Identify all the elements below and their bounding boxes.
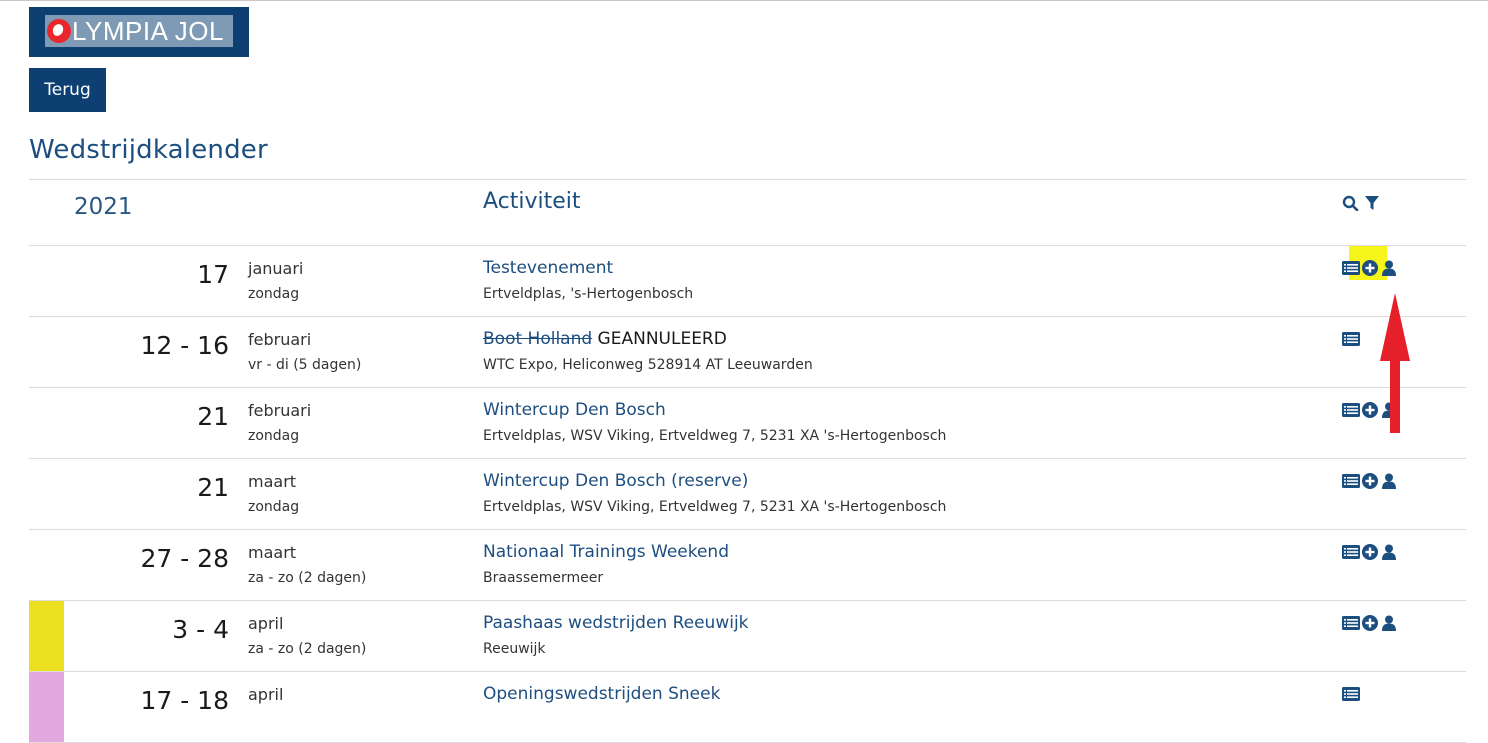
table-row: 12 - 16 februari vr - di (5 dagen) Boot Hol…: [29, 317, 1466, 388]
details-icon[interactable]: [1342, 544, 1360, 560]
event-month: februari: [248, 401, 312, 420]
event-weekday: zondag: [248, 286, 300, 302]
event-weekday: zondag: [248, 499, 300, 515]
row-actions: [1342, 473, 1400, 489]
add-plus-icon[interactable]: [1362, 473, 1380, 489]
details-icon[interactable]: [1342, 402, 1360, 418]
event-title-link[interactable]: Openingswedstrijden Sneek: [483, 684, 720, 704]
details-icon[interactable]: [1342, 260, 1360, 276]
table-body: 17 januari zondag Testevenement Ertveldplas,…: [29, 246, 1466, 743]
details-icon[interactable]: [1342, 686, 1360, 702]
user-icon[interactable]: [1382, 544, 1400, 560]
table-row: 17 - 18 april Openingswedstrijden Sneek: [29, 672, 1466, 743]
event-location: Braassemermeer: [483, 570, 604, 586]
event-month: april: [248, 685, 284, 704]
category-color-bar: [29, 672, 64, 742]
event-title[interactable]: Nationaal Trainings Weekend: [483, 542, 729, 562]
table-row: 17 januari zondag Testevenement Ertveldplas,…: [29, 246, 1466, 317]
site-logo[interactable]: LYMPIA JOL: [29, 7, 249, 57]
back-button[interactable]: Terug: [29, 68, 106, 112]
logo-mark-icon: [47, 19, 71, 43]
add-plus-icon[interactable]: [1362, 615, 1380, 631]
row-actions: [1342, 686, 1360, 702]
event-title[interactable]: Paashaas wedstrijden Reeuwijk: [483, 613, 749, 633]
event-day: 3 - 4: [172, 615, 229, 644]
cancelled-label: GEANNULEERD: [592, 329, 727, 349]
event-month: maart: [248, 472, 297, 491]
logo-inner: LYMPIA JOL: [45, 15, 233, 47]
event-location: Ertveldplas, WSV Viking, Ertveldweg 7, 5…: [483, 428, 947, 444]
event-location: Ertveldplas, 's-Hertogenbosch: [483, 286, 694, 302]
event-title-link[interactable]: Wintercup Den Bosch: [483, 400, 666, 420]
calendar-table: 2021 Activiteit 17 januari zondag Testevene…: [29, 179, 1466, 743]
event-title[interactable]: Testevenement: [483, 258, 613, 278]
row-actions: [1342, 544, 1400, 560]
details-icon[interactable]: [1342, 331, 1360, 347]
add-plus-icon[interactable]: [1362, 544, 1380, 560]
event-title[interactable]: Wintercup Den Bosch: [483, 400, 666, 420]
event-title-link[interactable]: Nationaal Trainings Weekend: [483, 542, 729, 562]
event-month: maart: [248, 543, 297, 562]
details-icon[interactable]: [1342, 615, 1360, 631]
page-title: Wedstrijdkalender: [29, 135, 268, 165]
event-day: 17: [197, 260, 229, 289]
table-row: 21 maart zondag Wintercup Den Bosch (reserv…: [29, 459, 1466, 530]
add-plus-icon[interactable]: [1362, 402, 1380, 418]
table-row: 3 - 4 april za - zo (2 dagen) Paashaas weds…: [29, 601, 1466, 672]
event-day: 21: [197, 402, 229, 431]
event-day: 27 - 28: [140, 544, 229, 573]
user-icon[interactable]: [1382, 615, 1400, 631]
row-actions: [1342, 615, 1400, 631]
event-title-cancelled[interactable]: Boot Holland: [483, 329, 592, 349]
event-weekday: zondag: [248, 428, 300, 444]
event-day: 12 - 16: [140, 331, 229, 360]
details-icon[interactable]: [1342, 473, 1360, 489]
header-icons: [1342, 195, 1381, 211]
filter-icon[interactable]: [1363, 195, 1381, 211]
year-label: 2021: [74, 194, 133, 220]
logo-text: LYMPIA JOL: [72, 16, 224, 46]
event-weekday: vr - di (5 dagen): [248, 357, 362, 373]
event-location: Ertveldplas, WSV Viking, Ertveldweg 7, 5…: [483, 499, 947, 515]
event-location: Reeuwijk: [483, 641, 546, 657]
user-icon[interactable]: [1382, 260, 1400, 276]
row-actions: [1342, 260, 1400, 276]
user-icon[interactable]: [1382, 473, 1400, 489]
activity-header: Activiteit: [483, 189, 581, 214]
add-plus-icon[interactable]: [1362, 260, 1380, 276]
event-title-link[interactable]: Paashaas wedstrijden Reeuwijk: [483, 613, 749, 633]
event-weekday: za - zo (2 dagen): [248, 641, 367, 657]
event-title-link[interactable]: Boot Holland GEANNULEERD: [483, 329, 727, 349]
event-day: 17 - 18: [140, 686, 229, 715]
event-title-link[interactable]: Wintercup Den Bosch (reserve): [483, 471, 748, 491]
event-title-link[interactable]: Testevenement: [483, 258, 613, 278]
event-month: januari: [248, 259, 304, 278]
event-weekday: za - zo (2 dagen): [248, 570, 367, 586]
table-row: 21 februari zondag Wintercup Den Bosch Ertve…: [29, 388, 1466, 459]
table-row: 27 - 28 maart za - zo (2 dagen) Nationaal T…: [29, 530, 1466, 601]
event-title[interactable]: Openingswedstrijden Sneek: [483, 684, 720, 704]
event-month: februari: [248, 330, 312, 349]
table-header: 2021 Activiteit: [29, 179, 1466, 246]
event-title[interactable]: Wintercup Den Bosch (reserve): [483, 471, 748, 491]
category-color-bar: [29, 601, 64, 671]
event-month: april: [248, 614, 284, 633]
search-icon[interactable]: [1342, 195, 1360, 211]
annotation-arrow: [1380, 293, 1410, 433]
row-actions: [1342, 331, 1360, 347]
event-location: WTC Expo, Heliconweg 528914 AT Leeuwarde…: [483, 357, 813, 373]
event-day: 21: [197, 473, 229, 502]
